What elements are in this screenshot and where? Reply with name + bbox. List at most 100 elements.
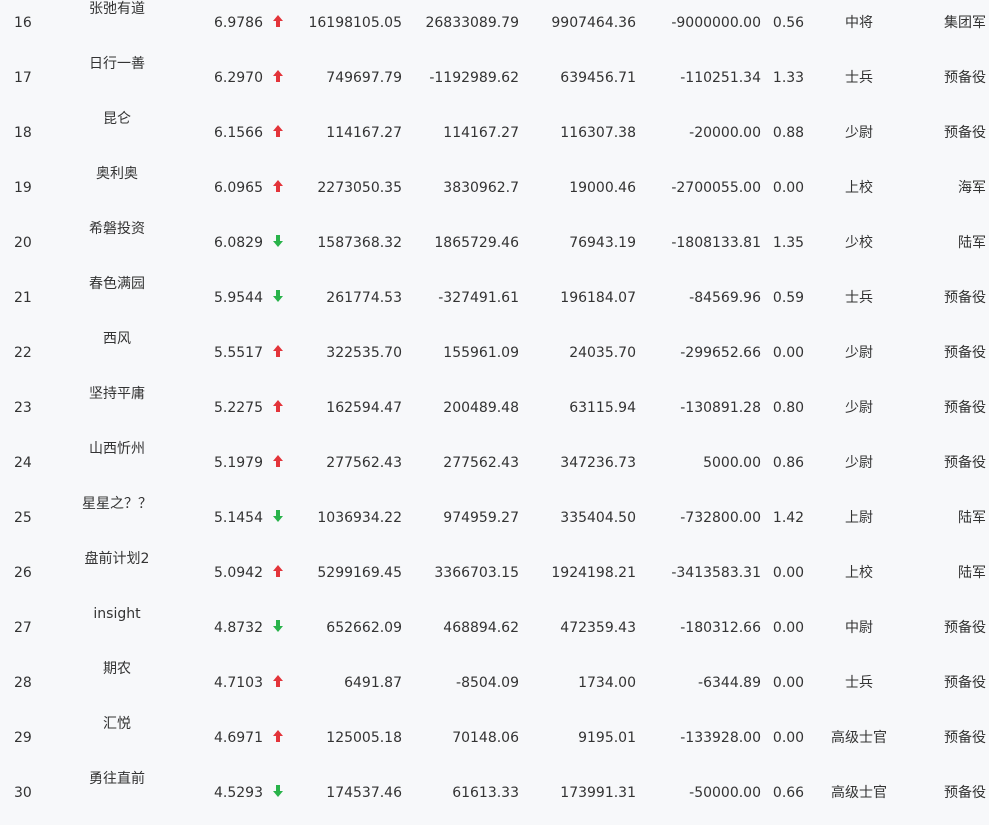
score-cell: 5.5517 — [214, 345, 263, 361]
strategy-name-link[interactable]: 汇悦 — [60, 715, 174, 733]
rank-cell: 18 — [14, 125, 32, 141]
military-rank-cell: 少尉 — [845, 125, 873, 141]
strategy-name-link[interactable]: 坚持平庸 — [60, 385, 174, 403]
ratio-cell: 0.00 — [772, 180, 805, 196]
rank-cell: 29 — [14, 730, 32, 746]
military-rank-cell: 高级士官 — [831, 730, 887, 746]
value-cell-4: -180312.66 — [680, 620, 761, 636]
ratio-cell: 0.80 — [772, 400, 805, 416]
value-cell-2: 468894.62 — [443, 620, 519, 636]
table-row[interactable]: 16 张弛有道 6.9786 16198105.05 26833089.79 990746… — [0, 0, 989, 55]
ranking-table: 16 张弛有道 6.9786 16198105.05 26833089.79 990746… — [0, 0, 989, 819]
table-row[interactable]: 17 日行一善 6.2970 749697.79 -1192989.62 639456.7… — [0, 55, 989, 110]
value-cell-2: 61613.33 — [452, 785, 519, 801]
value-cell-3: 63115.94 — [569, 400, 636, 416]
strategy-name-link[interactable]: insight — [60, 605, 174, 623]
ratio-cell: 1.33 — [772, 70, 805, 86]
table-row[interactable]: 19 奥利奥 6.0965 2273050.35 3830962.7 19000.46 -2… — [0, 165, 989, 220]
value-cell-1: 114167.27 — [326, 125, 402, 141]
ratio-cell: 0.00 — [772, 620, 805, 636]
value-cell-3: 472359.43 — [560, 620, 636, 636]
value-cell-1: 6491.87 — [344, 675, 402, 691]
value-cell-2: 155961.09 — [443, 345, 519, 361]
table-row[interactable]: 18 昆仑 6.1566 114167.27 114167.27 116307.38 -20… — [0, 110, 989, 165]
table-row[interactable]: 28 期农 4.7103 6491.87 -8504.09 1734.00 -6344.89… — [0, 660, 989, 715]
table-row[interactable]: 22 西风 5.5517 322535.70 155961.09 24035.70 -299… — [0, 330, 989, 385]
strategy-name-link[interactable]: 春色满园 — [60, 275, 174, 293]
value-cell-4: -133928.00 — [680, 730, 761, 746]
ratio-cell: 1.35 — [772, 235, 805, 251]
ratio-cell: 0.00 — [772, 345, 805, 361]
table-row[interactable]: 27 insight 4.8732 652662.09 468894.62 472359.… — [0, 605, 989, 660]
rank-cell: 22 — [14, 345, 32, 361]
arrow-up-icon — [271, 729, 285, 743]
score-cell: 4.6971 — [214, 730, 263, 746]
arrow-up-icon — [271, 564, 285, 578]
value-cell-4: -50000.00 — [689, 785, 761, 801]
rank-cell: 23 — [14, 400, 32, 416]
military-rank-cell: 少尉 — [845, 345, 873, 361]
table-row[interactable]: 30 勇往直前 4.5293 174537.46 61613.33 173991.31 -5… — [0, 770, 989, 825]
value-cell-3: 347236.73 — [560, 455, 636, 471]
rank-cell: 24 — [14, 455, 32, 471]
value-cell-3: 173991.31 — [560, 785, 636, 801]
value-cell-1: 1036934.22 — [317, 510, 402, 526]
arrow-up-icon — [271, 69, 285, 83]
military-rank-cell: 中将 — [845, 15, 873, 31]
group-cell: 预备役 — [944, 620, 986, 636]
ratio-cell: 0.86 — [772, 455, 805, 471]
strategy-name-link[interactable]: 期农 — [60, 660, 174, 678]
military-rank-cell: 少校 — [845, 235, 873, 251]
value-cell-3: 1734.00 — [578, 675, 636, 691]
value-cell-1: 652662.09 — [326, 620, 402, 636]
value-cell-4: -3413583.31 — [671, 565, 761, 581]
table-row[interactable]: 20 希磐投资 6.0829 1587368.32 1865729.46 76943.19… — [0, 220, 989, 275]
group-cell: 预备役 — [944, 70, 986, 86]
strategy-name-link[interactable]: 昆仑 — [60, 110, 174, 128]
strategy-name-link[interactable]: 山西忻州 — [60, 440, 174, 458]
table-row[interactable]: 26 盘前计划2 5.0942 5299169.45 3366703.15 1924198… — [0, 550, 989, 605]
rank-cell: 17 — [14, 70, 32, 86]
military-rank-cell: 少尉 — [845, 400, 873, 416]
group-cell: 预备役 — [944, 730, 986, 746]
rank-cell: 16 — [14, 15, 32, 31]
strategy-name-link[interactable]: 勇往直前 — [60, 770, 174, 788]
military-rank-cell: 少尉 — [845, 455, 873, 471]
group-cell: 预备役 — [944, 345, 986, 361]
table-row[interactable]: 24 山西忻州 5.1979 277562.43 277562.43 347236.73 5… — [0, 440, 989, 495]
strategy-name-link[interactable]: 张弛有道 — [60, 0, 174, 18]
value-cell-2: 3830962.7 — [443, 180, 519, 196]
value-cell-4: -2700055.00 — [671, 180, 761, 196]
value-cell-4: -130891.28 — [680, 400, 761, 416]
score-cell: 4.7103 — [214, 675, 263, 691]
ratio-cell: 0.00 — [772, 730, 805, 746]
value-cell-3: 335404.50 — [560, 510, 636, 526]
value-cell-4: -84569.96 — [689, 290, 761, 306]
value-cell-2: -1192989.62 — [429, 70, 519, 86]
value-cell-3: 196184.07 — [560, 290, 636, 306]
strategy-name-link[interactable]: 奥利奥 — [60, 165, 174, 183]
strategy-name-link[interactable]: 西风 — [60, 330, 174, 348]
arrow-up-icon — [271, 179, 285, 193]
strategy-name-link[interactable]: 盘前计划2 — [60, 550, 174, 568]
group-cell: 预备役 — [944, 290, 986, 306]
strategy-name-link[interactable]: 希磐投资 — [60, 220, 174, 238]
value-cell-3: 9195.01 — [578, 730, 636, 746]
score-cell: 6.1566 — [214, 125, 263, 141]
table-row[interactable]: 23 坚持平庸 5.2275 162594.47 200489.48 63115.94 -1… — [0, 385, 989, 440]
military-rank-cell: 高级士官 — [831, 785, 887, 801]
table-row[interactable]: 21 春色满园 5.9544 261774.53 -327491.61 196184.07… — [0, 275, 989, 330]
military-rank-cell: 上校 — [845, 565, 873, 581]
military-rank-cell: 士兵 — [845, 290, 873, 306]
score-cell: 6.0829 — [214, 235, 263, 251]
group-cell: 陆军 — [958, 565, 986, 581]
strategy-name-link[interactable]: 星星之？？ — [60, 495, 174, 513]
value-cell-2: -8504.09 — [456, 675, 519, 691]
strategy-name-link[interactable]: 日行一善 — [60, 55, 174, 73]
table-row[interactable]: 29 汇悦 4.6971 125005.18 70148.06 9195.01 -13392… — [0, 715, 989, 770]
score-cell: 5.1454 — [214, 510, 263, 526]
group-cell: 预备役 — [944, 125, 986, 141]
value-cell-3: 1924198.21 — [551, 565, 636, 581]
table-row[interactable]: 25 星星之？？ 5.1454 1036934.22 974959.27 335404.5… — [0, 495, 989, 550]
arrow-down-icon — [271, 784, 285, 798]
